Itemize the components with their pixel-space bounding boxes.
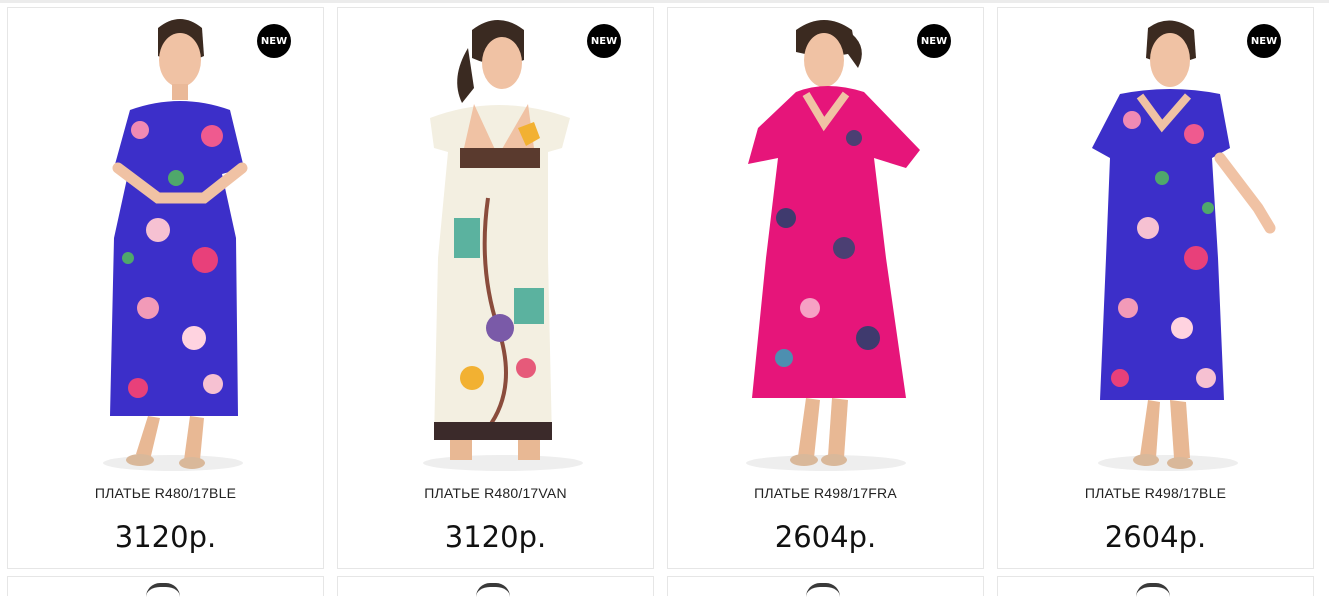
product-card[interactable]: NEW ПЛАТЬЕ R480/17BLE 3120р.	[7, 7, 324, 569]
product-photo[interactable]	[8, 8, 323, 478]
product-price: 3120р.	[444, 520, 547, 554]
product-name[interactable]: ПЛАТЬЕ R498/17BLE	[998, 485, 1313, 501]
product-photo[interactable]	[668, 8, 983, 478]
photo-peek	[146, 583, 180, 597]
product-photo[interactable]	[338, 8, 653, 478]
product-price: 2604р.	[1104, 520, 1207, 554]
photo-peek	[1136, 583, 1170, 597]
product-card[interactable]: NEW ПЛАТЬЕ R498/17BLE 2604р.	[997, 7, 1314, 569]
next-row-card[interactable]	[667, 576, 984, 596]
new-badge: NEW	[257, 24, 291, 58]
product-card[interactable]: NEW ПЛАТЬЕ R480/17VAN 3120р.	[337, 7, 654, 569]
product-grid: NEW ПЛАТЬЕ R480/17BLE 3120р. NEW ПЛАТЬЕ …	[7, 7, 1317, 570]
product-name[interactable]: ПЛАТЬЕ R480/17VAN	[338, 485, 653, 501]
product-price: 2604р.	[774, 520, 877, 554]
new-badge: NEW	[1247, 24, 1281, 58]
next-row-card[interactable]	[337, 576, 654, 596]
product-card[interactable]: NEW ПЛАТЬЕ R498/17FRA 2604р.	[667, 7, 984, 569]
product-name[interactable]: ПЛАТЬЕ R498/17FRA	[668, 485, 983, 501]
product-price: 3120р.	[114, 520, 217, 554]
next-row-card[interactable]	[997, 576, 1314, 596]
new-badge: NEW	[587, 24, 621, 58]
next-row-card[interactable]	[7, 576, 324, 596]
new-badge: NEW	[917, 24, 951, 58]
top-divider	[0, 0, 1329, 3]
product-name[interactable]: ПЛАТЬЕ R480/17BLE	[8, 485, 323, 501]
product-photo[interactable]	[998, 8, 1313, 478]
photo-peek	[476, 583, 510, 597]
photo-peek	[806, 583, 840, 597]
